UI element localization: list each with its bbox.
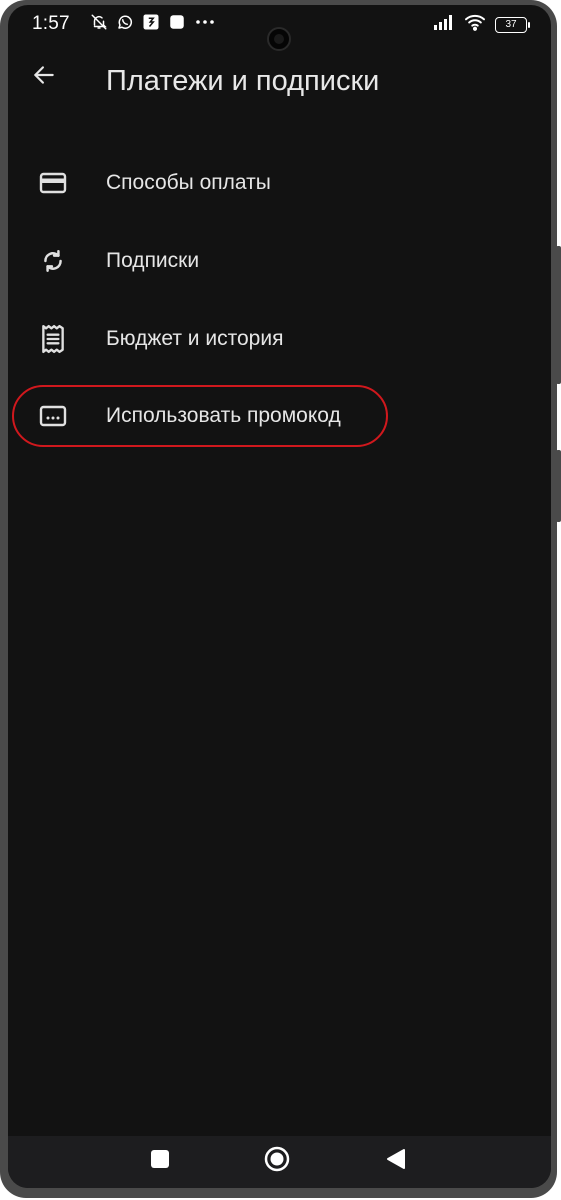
screen: 1:57 37 Платежи и подписки Способы оплат…: [8, 5, 551, 1188]
status-time: 1:57: [32, 13, 70, 34]
recent-apps-button[interactable]: [147, 1148, 173, 1174]
page-title: Платежи и подписки: [106, 65, 380, 97]
menu-item-redeem-code[interactable]: Использовать промокод: [8, 381, 551, 451]
navigation-bar: [8, 1136, 551, 1188]
menu-item-label: Способы оплаты: [106, 171, 271, 194]
menu-item-label: Подписки: [106, 249, 200, 272]
more-notifications-icon: [194, 13, 216, 36]
muted-bell-icon: [90, 13, 108, 36]
menu-item-payment-methods[interactable]: Способы оплаты: [8, 148, 551, 218]
notification-icons: [90, 13, 216, 36]
app-badge-icon: [142, 13, 160, 36]
credit-card-icon: [38, 169, 68, 197]
menu-item-label: Использовать промокод: [106, 404, 341, 427]
wifi-icon: [464, 13, 486, 36]
promo-code-icon: [38, 402, 68, 430]
recent-apps-icon: [150, 1149, 170, 1174]
receipt-icon: [38, 324, 68, 354]
menu-item-label: Бюджет и история: [106, 327, 284, 350]
home-icon: [264, 1146, 290, 1177]
power-button: [556, 450, 561, 522]
menu-item-budget-history[interactable]: Бюджет и история: [8, 304, 551, 374]
back-icon: [386, 1148, 406, 1175]
system-icons: 37: [433, 13, 530, 36]
signal-icon: [433, 14, 455, 35]
back-nav-button[interactable]: [383, 1148, 409, 1174]
home-button[interactable]: [264, 1146, 290, 1177]
arrow-left-icon: [31, 62, 57, 93]
back-button[interactable]: [28, 61, 60, 93]
square-notification-icon: [168, 13, 186, 36]
volume-button: [556, 246, 561, 384]
sync-icon: [38, 247, 68, 275]
front-camera: [267, 27, 291, 51]
battery-icon: 37: [495, 16, 530, 33]
whatsapp-icon: [116, 13, 134, 36]
app-bar: Платежи и подписки: [8, 51, 551, 111]
menu-item-subscriptions[interactable]: Подписки: [8, 226, 551, 296]
